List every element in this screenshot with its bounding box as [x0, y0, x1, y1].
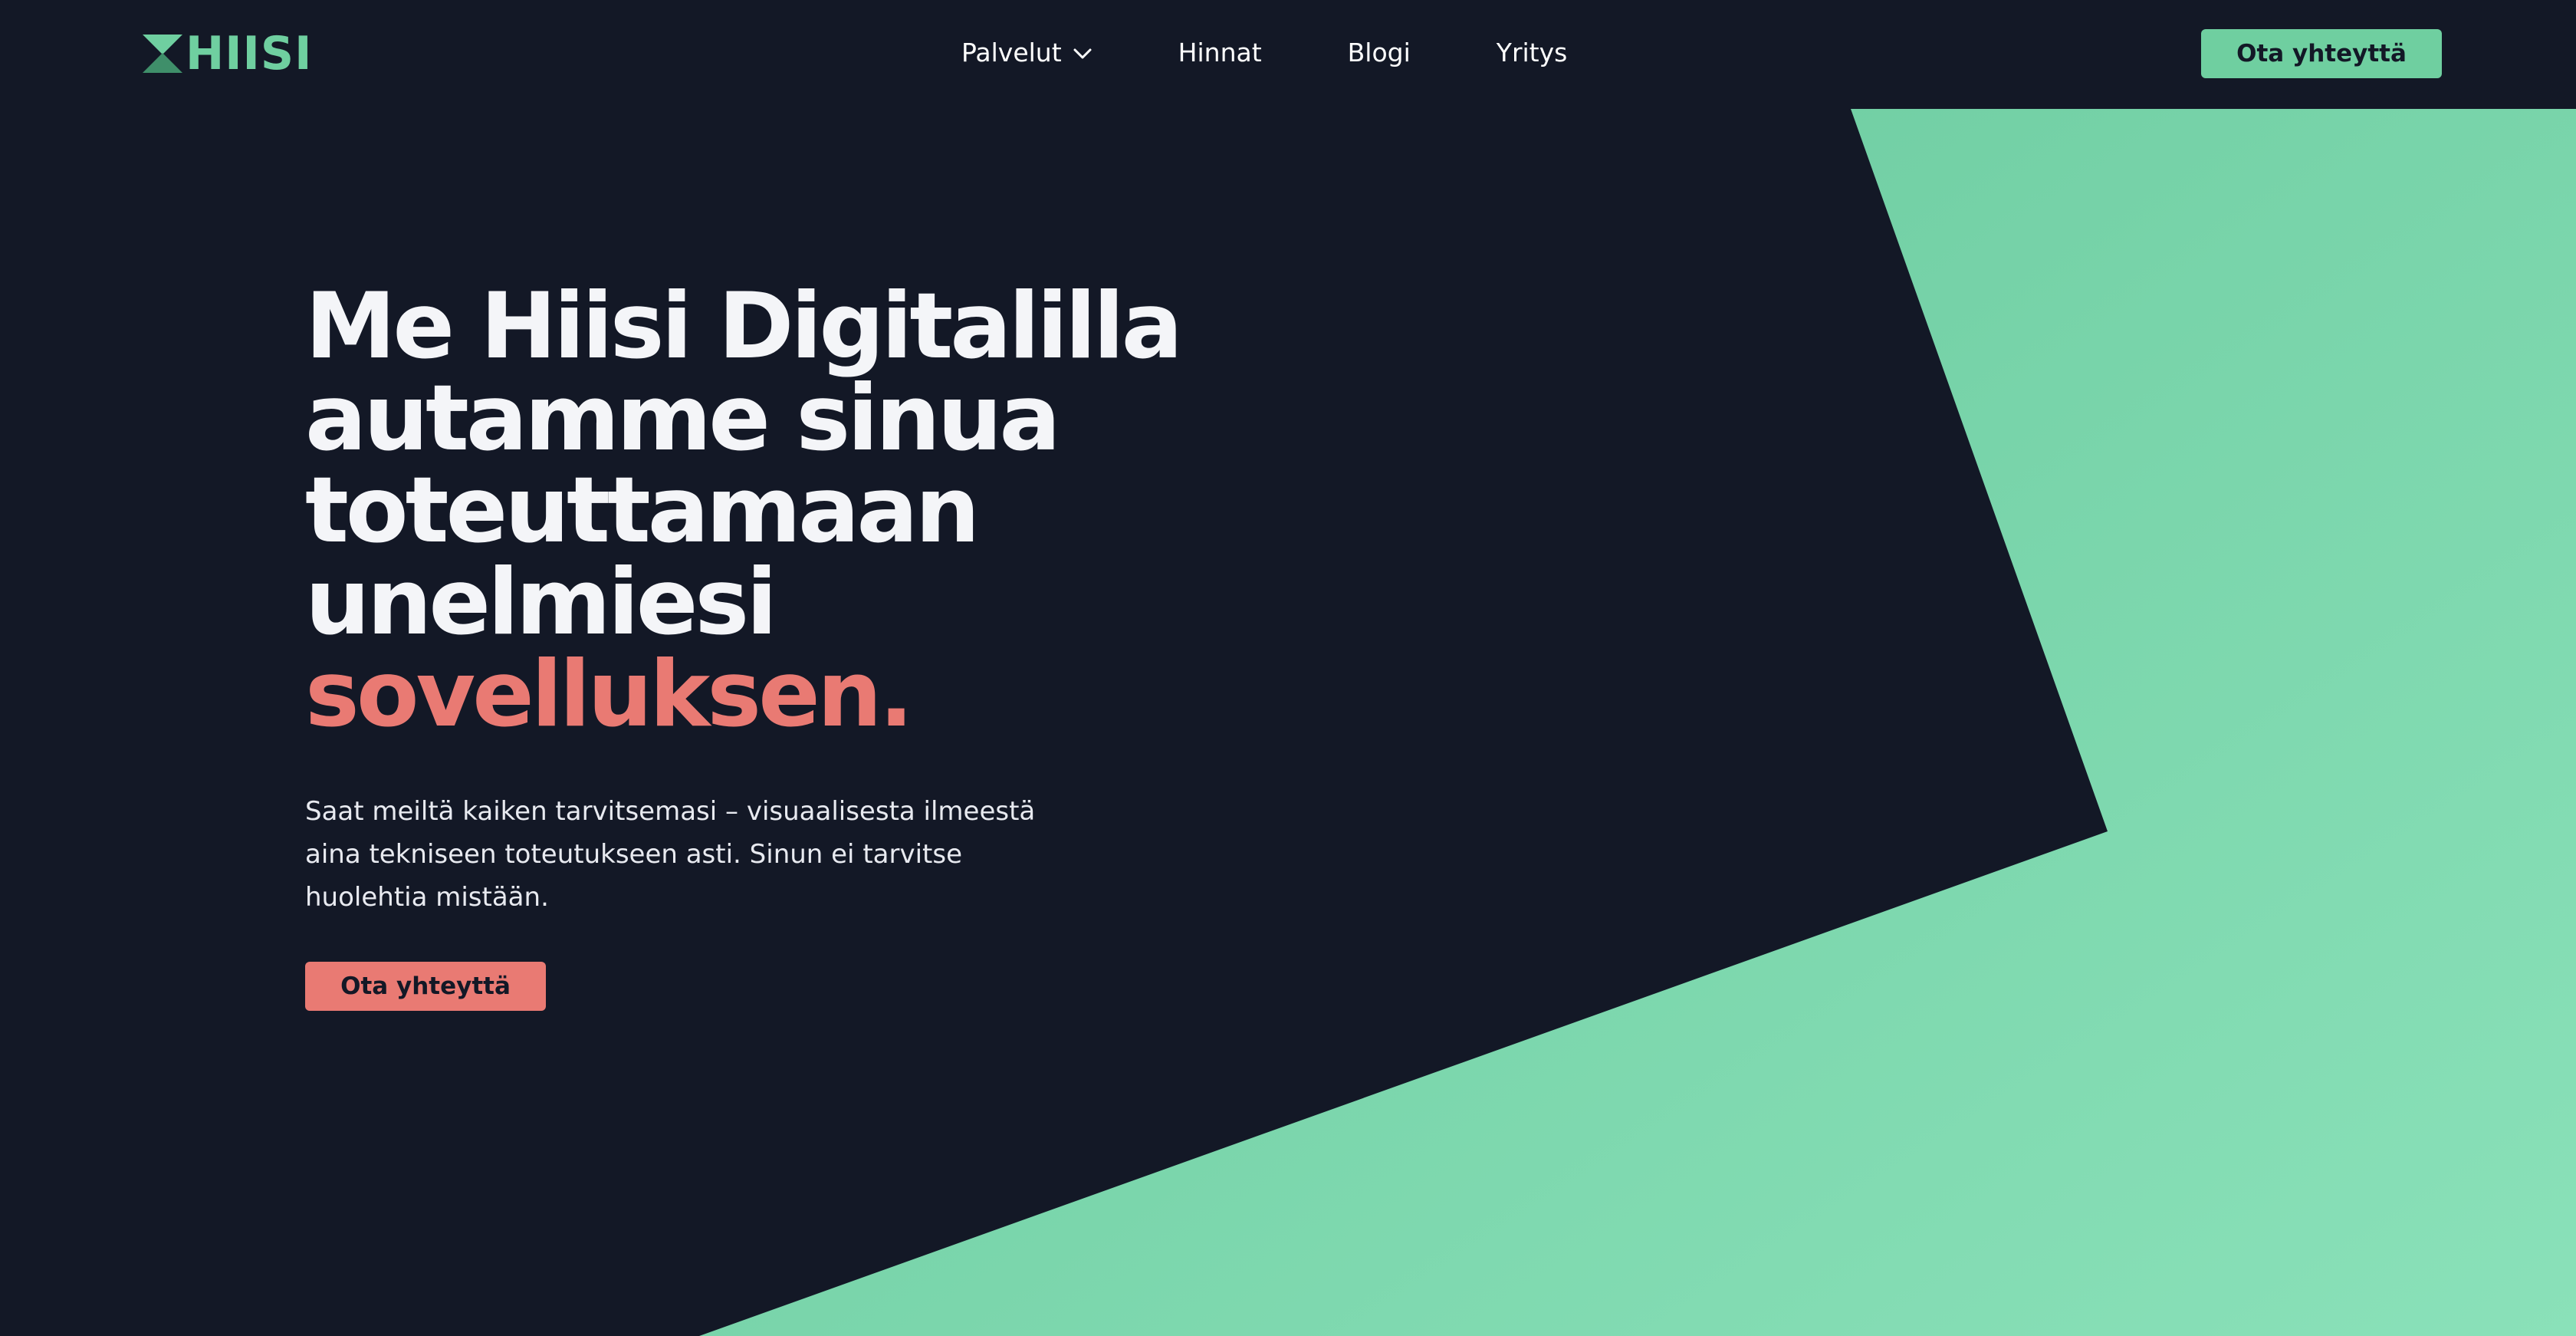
nav-item-hinnat[interactable]: Hinnat: [1178, 38, 1262, 67]
hero-section: Me Hiisi Digitalilla autamme sinua toteu…: [305, 281, 1194, 1011]
logo[interactable]: HIISI: [141, 27, 313, 81]
nav-item-palvelut[interactable]: Palvelut: [961, 38, 1092, 67]
hero-title-line: toteuttamaan: [305, 458, 980, 564]
hero-title-accent: sovelluksen.: [305, 642, 914, 748]
logo-text: HIISI: [186, 27, 313, 81]
site-header: HIISI Palvelut Hinnat Blogi Yritys Ota y…: [0, 0, 2576, 107]
nav-item-blogi[interactable]: Blogi: [1348, 38, 1411, 67]
hero-title: Me Hiisi Digitalilla autamme sinua toteu…: [305, 281, 1194, 741]
nav-item-yritys[interactable]: Yritys: [1497, 38, 1568, 67]
nav-item-label: Yritys: [1496, 37, 1568, 67]
nav-item-label: Blogi: [1347, 37, 1411, 67]
hero-title-line: autamme sinua: [305, 366, 1061, 472]
nav-item-label: Hinnat: [1178, 37, 1262, 67]
nav-item-label: Palvelut: [961, 37, 1062, 67]
chevron-down-icon: [1073, 48, 1092, 59]
hiisi-logo-mark-icon: [143, 35, 182, 73]
main-nav: Palvelut Hinnat Blogi Yritys: [961, 31, 1567, 74]
hero-title-line: unelmiesi: [305, 550, 777, 656]
hero-title-line: Me Hiisi Digitalilla: [305, 274, 1183, 380]
hero-description: Saat meiltä kaiken tarvitsemasi – visuaa…: [305, 796, 1036, 913]
landing-page: HIISI Palvelut Hinnat Blogi Yritys Ota y…: [0, 0, 2576, 1336]
hero-contact-button[interactable]: Ota yhteyttä: [305, 962, 546, 1011]
header-contact-button[interactable]: Ota yhteyttä: [2201, 29, 2442, 78]
